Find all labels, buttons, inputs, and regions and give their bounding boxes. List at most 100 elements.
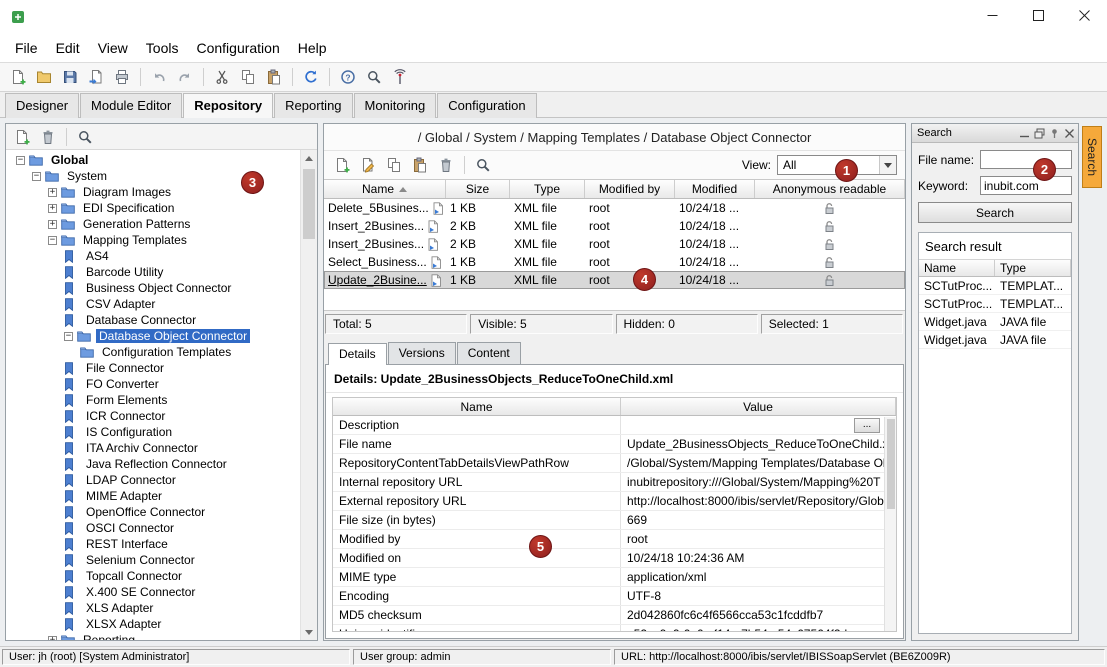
tab-content[interactable]: Content: [457, 342, 521, 364]
tree-item[interactable]: −Mapping Templates: [6, 232, 300, 248]
file-row[interactable]: Select_Business...1 KBXML fileroot10/24/…: [324, 253, 905, 271]
undo-button[interactable]: [147, 65, 171, 89]
menu-file[interactable]: File: [6, 36, 47, 60]
tree-collapse-icon[interactable]: −: [32, 172, 41, 181]
tab-configuration[interactable]: Configuration: [437, 93, 536, 118]
delete-button[interactable]: [36, 125, 60, 149]
tree-item[interactable]: Configuration Templates: [6, 344, 300, 360]
menu-configuration[interactable]: Configuration: [187, 36, 288, 60]
column-header-type[interactable]: Type: [510, 180, 585, 198]
tab-repository[interactable]: Repository: [183, 93, 273, 118]
search-result-row[interactable]: Widget.javaJAVA file: [919, 331, 1071, 349]
file-name-input[interactable]: [980, 150, 1072, 169]
tab-reporting[interactable]: Reporting: [274, 93, 352, 118]
scrollbar-thumb[interactable]: [887, 419, 895, 509]
column-header-name[interactable]: Name: [324, 180, 446, 198]
file-row[interactable]: Delete_5Busines...1 KBXML fileroot10/24/…: [324, 199, 905, 217]
copy-button[interactable]: [382, 153, 406, 177]
tree-item[interactable]: MIME Adapter: [6, 488, 300, 504]
refresh-button[interactable]: [299, 65, 323, 89]
tree-item[interactable]: File Connector: [6, 360, 300, 376]
tree-item[interactable]: XLSX Adapter: [6, 616, 300, 632]
tab-monitoring[interactable]: Monitoring: [354, 93, 437, 118]
search-result-row[interactable]: SCTutProc...TEMPLAT...: [919, 295, 1071, 313]
column-header-modified-by[interactable]: Modified by: [585, 180, 675, 198]
tree-item[interactable]: X.400 SE Connector: [6, 584, 300, 600]
panel-float-icon[interactable]: [1034, 128, 1045, 139]
import-button[interactable]: [84, 65, 108, 89]
view-dropdown-button[interactable]: [879, 156, 896, 174]
tree-expand-icon[interactable]: +: [48, 188, 57, 197]
result-column-name[interactable]: Name: [919, 260, 995, 276]
tree-item[interactable]: +Reporting: [6, 632, 300, 640]
tree-item[interactable]: ITA Archiv Connector: [6, 440, 300, 456]
scrollbar-thumb[interactable]: [303, 169, 315, 239]
details-scrollbar[interactable]: [884, 417, 896, 631]
tree-collapse-icon[interactable]: −: [48, 236, 57, 245]
search-result-row[interactable]: Widget.javaJAVA file: [919, 313, 1071, 331]
maximize-button[interactable]: [1015, 0, 1061, 34]
tree-item[interactable]: −Global: [6, 152, 300, 168]
details-row[interactable]: External repository URLhttp://localhost:…: [333, 492, 896, 511]
tab-designer[interactable]: Designer: [5, 93, 79, 118]
tree-item[interactable]: Java Reflection Connector: [6, 456, 300, 472]
tree-expand-icon[interactable]: +: [48, 204, 57, 213]
tree-scrollbar[interactable]: [300, 150, 317, 640]
tree-item[interactable]: ICR Connector: [6, 408, 300, 424]
details-row[interactable]: EncodingUTF-8: [333, 587, 896, 606]
new-file-button[interactable]: [330, 153, 354, 177]
search-button[interactable]: [471, 153, 495, 177]
tree-item[interactable]: +EDI Specification: [6, 200, 300, 216]
details-row[interactable]: Description...: [333, 416, 896, 435]
description-ellipsis-button[interactable]: ...: [854, 418, 880, 433]
details-row[interactable]: File nameUpdate_2BusinessObjects_ReduceT…: [333, 435, 896, 454]
search-button[interactable]: Search: [918, 202, 1072, 223]
panel-pin-icon[interactable]: [1049, 128, 1060, 139]
column-header-modified[interactable]: Modified: [675, 180, 755, 198]
tree-item[interactable]: FO Converter: [6, 376, 300, 392]
new-file-button[interactable]: [10, 125, 34, 149]
paste-button[interactable]: [408, 153, 432, 177]
column-header-anonymous-readable[interactable]: Anonymous readable: [755, 180, 905, 198]
tree-item[interactable]: Topcall Connector: [6, 568, 300, 584]
tree-item[interactable]: Database Connector: [6, 312, 300, 328]
print-button[interactable]: [110, 65, 134, 89]
tree-item[interactable]: +Generation Patterns: [6, 216, 300, 232]
close-button[interactable]: [1061, 0, 1107, 34]
details-row[interactable]: MD5 checksum2d042860fc6c4f6566cca53c1fcd…: [333, 606, 896, 625]
panel-close-icon[interactable]: [1064, 128, 1075, 139]
tree-item[interactable]: AS4: [6, 248, 300, 264]
details-row[interactable]: RepositoryContentTabDetailsViewPathRow/G…: [333, 454, 896, 473]
tree-item[interactable]: Selenium Connector: [6, 552, 300, 568]
tree-expand-icon[interactable]: +: [48, 220, 57, 229]
tab-module-editor[interactable]: Module Editor: [80, 93, 182, 118]
result-column-type[interactable]: Type: [995, 260, 1071, 276]
minimize-button[interactable]: [969, 0, 1015, 34]
redo-button[interactable]: [173, 65, 197, 89]
tree-item[interactable]: LDAP Connector: [6, 472, 300, 488]
tree-item[interactable]: IS Configuration: [6, 424, 300, 440]
scroll-up-button[interactable]: [301, 150, 317, 166]
details-row[interactable]: File size (in bytes)669: [333, 511, 896, 530]
tree-item[interactable]: Form Elements: [6, 392, 300, 408]
file-row[interactable]: Insert_2Busines...2 KBXML fileroot10/24/…: [324, 217, 905, 235]
search-result-row[interactable]: SCTutProc...TEMPLAT...: [919, 277, 1071, 295]
tree-item[interactable]: CSV Adapter: [6, 296, 300, 312]
file-row[interactable]: Update_2Busine...1 KBXML fileroot10/24/1…: [324, 271, 905, 289]
tab-versions[interactable]: Versions: [388, 342, 456, 364]
delete-button[interactable]: [434, 153, 458, 177]
tree-item[interactable]: OSCI Connector: [6, 520, 300, 536]
details-column-name[interactable]: Name: [333, 398, 621, 415]
menu-edit[interactable]: Edit: [47, 36, 89, 60]
search-button[interactable]: [362, 65, 386, 89]
file-row[interactable]: Insert_2Busines...2 KBXML fileroot10/24/…: [324, 235, 905, 253]
tree-item[interactable]: −Database Object Connector: [6, 328, 300, 344]
search-button[interactable]: [73, 125, 97, 149]
details-row[interactable]: Modified on10/24/18 10:24:36 AM: [333, 549, 896, 568]
edit-button[interactable]: [356, 153, 380, 177]
details-column-value[interactable]: Value: [621, 398, 896, 415]
cut-button[interactable]: [210, 65, 234, 89]
details-row[interactable]: Internal repository URLinubitrepository:…: [333, 473, 896, 492]
details-row[interactable]: Modified byroot: [333, 530, 896, 549]
paste-button[interactable]: [262, 65, 286, 89]
